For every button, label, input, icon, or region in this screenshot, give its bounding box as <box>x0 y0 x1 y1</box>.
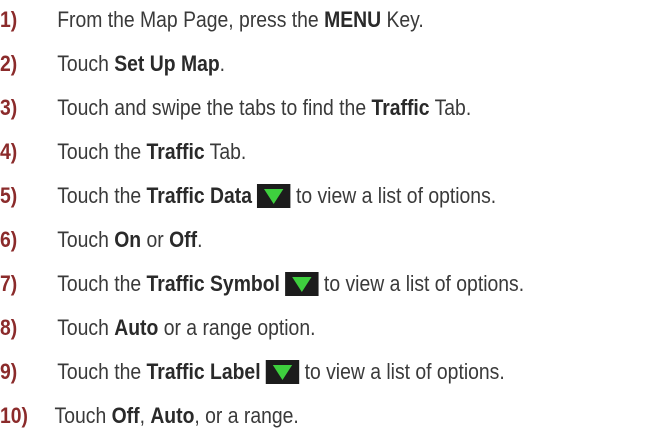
step-item: 1) From the Map Page, press the MENU Key. <box>0 0 424 40</box>
step-text: From the Map Page, press the <box>57 7 325 32</box>
step-number: 7) <box>0 271 18 296</box>
step-item: 9) Touch the Traffic Label to view a list … <box>0 352 505 392</box>
step-text: Touch <box>57 227 115 252</box>
step-item: 8) Touch Auto or a range option. <box>0 308 315 348</box>
step-emphasis-text: Traffic Label <box>146 359 261 384</box>
step-emphasis-text: On <box>114 227 142 252</box>
step-emphasis-text: Traffic <box>371 95 430 120</box>
step-text: . <box>219 51 226 76</box>
step-emphasis-text: Traffic Symbol <box>146 271 280 296</box>
step-emphasis-text: Off <box>169 227 198 252</box>
step-number: 8) <box>0 315 18 340</box>
step-text: , <box>139 403 151 428</box>
step-emphasis-text: Off <box>111 403 140 428</box>
step-number: 3) <box>0 95 18 120</box>
step-text: Touch the <box>57 271 147 296</box>
step-text: to view a list of options. <box>323 271 525 296</box>
step-emphasis-text: Traffic Data <box>146 183 252 208</box>
step-emphasis-text: Auto <box>114 315 159 340</box>
step-text: Touch <box>54 403 112 428</box>
step-emphasis-text: Set Up Map <box>114 51 220 76</box>
dropdown-arrow-icon <box>257 184 291 208</box>
step-number: 9) <box>0 359 18 384</box>
step-number: 6) <box>0 227 18 252</box>
step-item: 2) Touch Set Up Map. <box>0 44 225 84</box>
step-number: 1) <box>0 7 18 32</box>
step-emphasis-text: MENU <box>324 7 382 32</box>
step-text: Tab. <box>429 95 472 120</box>
dropdown-arrow-icon <box>265 360 300 384</box>
step-number: 4) <box>0 139 18 164</box>
step-number: 10) <box>0 403 28 428</box>
step-text: Touch <box>57 315 115 340</box>
step-number: 5) <box>0 183 18 208</box>
step-text: Touch the <box>57 359 147 384</box>
step-text: Touch the <box>57 183 147 208</box>
step-item: 4) Touch the Traffic Tab. <box>0 132 246 172</box>
step-text: Tab. <box>204 139 247 164</box>
step-emphasis-text: Auto <box>150 403 195 428</box>
step-text: Touch the <box>57 139 147 164</box>
step-item: 6) Touch On or Off. <box>0 220 202 260</box>
step-item: 3) Touch and swipe the tabs to find the T… <box>0 88 471 128</box>
step-item: 5) Touch the Traffic Data to view a list o… <box>0 176 496 216</box>
step-number: 2) <box>0 51 18 76</box>
step-text: to view a list of options. <box>304 359 505 384</box>
step-text: Touch and swipe the tabs to find the <box>57 95 372 120</box>
step-text: or <box>141 227 170 252</box>
step-text: or a range option. <box>158 315 316 340</box>
dropdown-arrow-icon <box>285 272 319 296</box>
step-text: Touch <box>57 51 115 76</box>
step-item: 7) Touch the Traffic Symbol to view a list… <box>0 264 524 304</box>
step-text: , or a range. <box>194 403 299 428</box>
step-text: Key. <box>381 7 424 32</box>
step-emphasis-text: Traffic <box>146 139 205 164</box>
step-text: . <box>197 227 203 252</box>
step-item: 10) Touch Off, Auto, or a range. <box>0 396 299 436</box>
step-text: to view a list of options. <box>295 183 497 208</box>
